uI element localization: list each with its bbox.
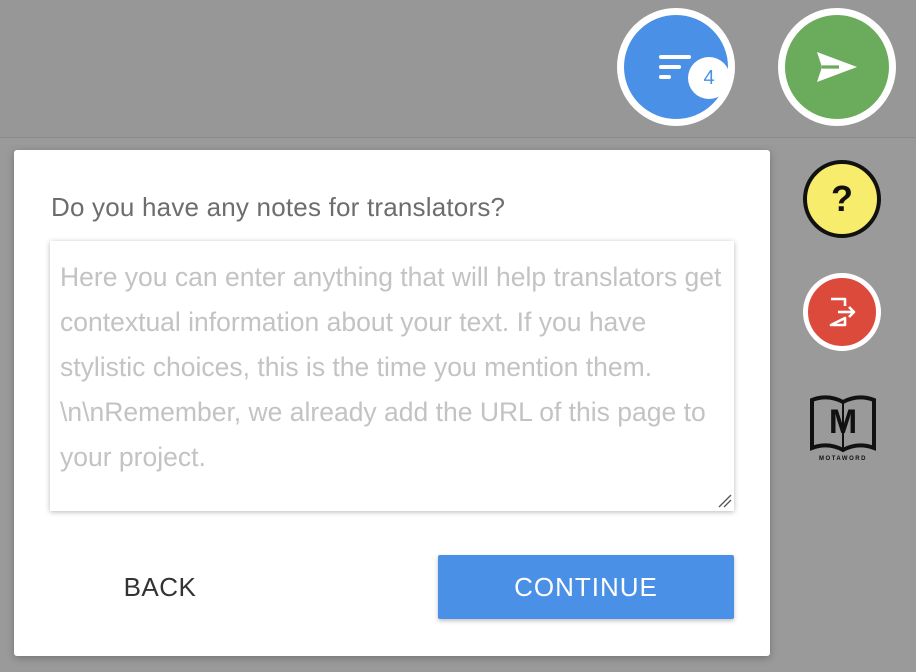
continue-button[interactable]: CONTINUE	[438, 555, 734, 619]
translator-notes-dialog: Do you have any notes for translators? B…	[14, 150, 770, 656]
logo-caption: MOTAWORD	[819, 456, 867, 462]
back-button[interactable]: BACK	[100, 555, 220, 619]
motaword-logo[interactable]: M MOTAWORD	[806, 392, 880, 466]
filter-count-badge: 4	[688, 57, 730, 99]
filter-button[interactable]: 4	[617, 8, 735, 126]
help-icon: ?	[831, 178, 853, 219]
dialog-question: Do you have any notes for translators?	[51, 192, 506, 222]
help-button[interactable]: ?	[803, 160, 881, 238]
send-icon	[817, 52, 857, 82]
logout-icon	[829, 297, 856, 327]
translator-notes-textarea[interactable]	[50, 241, 734, 511]
logout-button[interactable]	[803, 273, 881, 351]
send-button[interactable]	[778, 8, 896, 126]
resize-handle-icon[interactable]	[718, 494, 732, 508]
logo-letter: M	[828, 403, 858, 441]
